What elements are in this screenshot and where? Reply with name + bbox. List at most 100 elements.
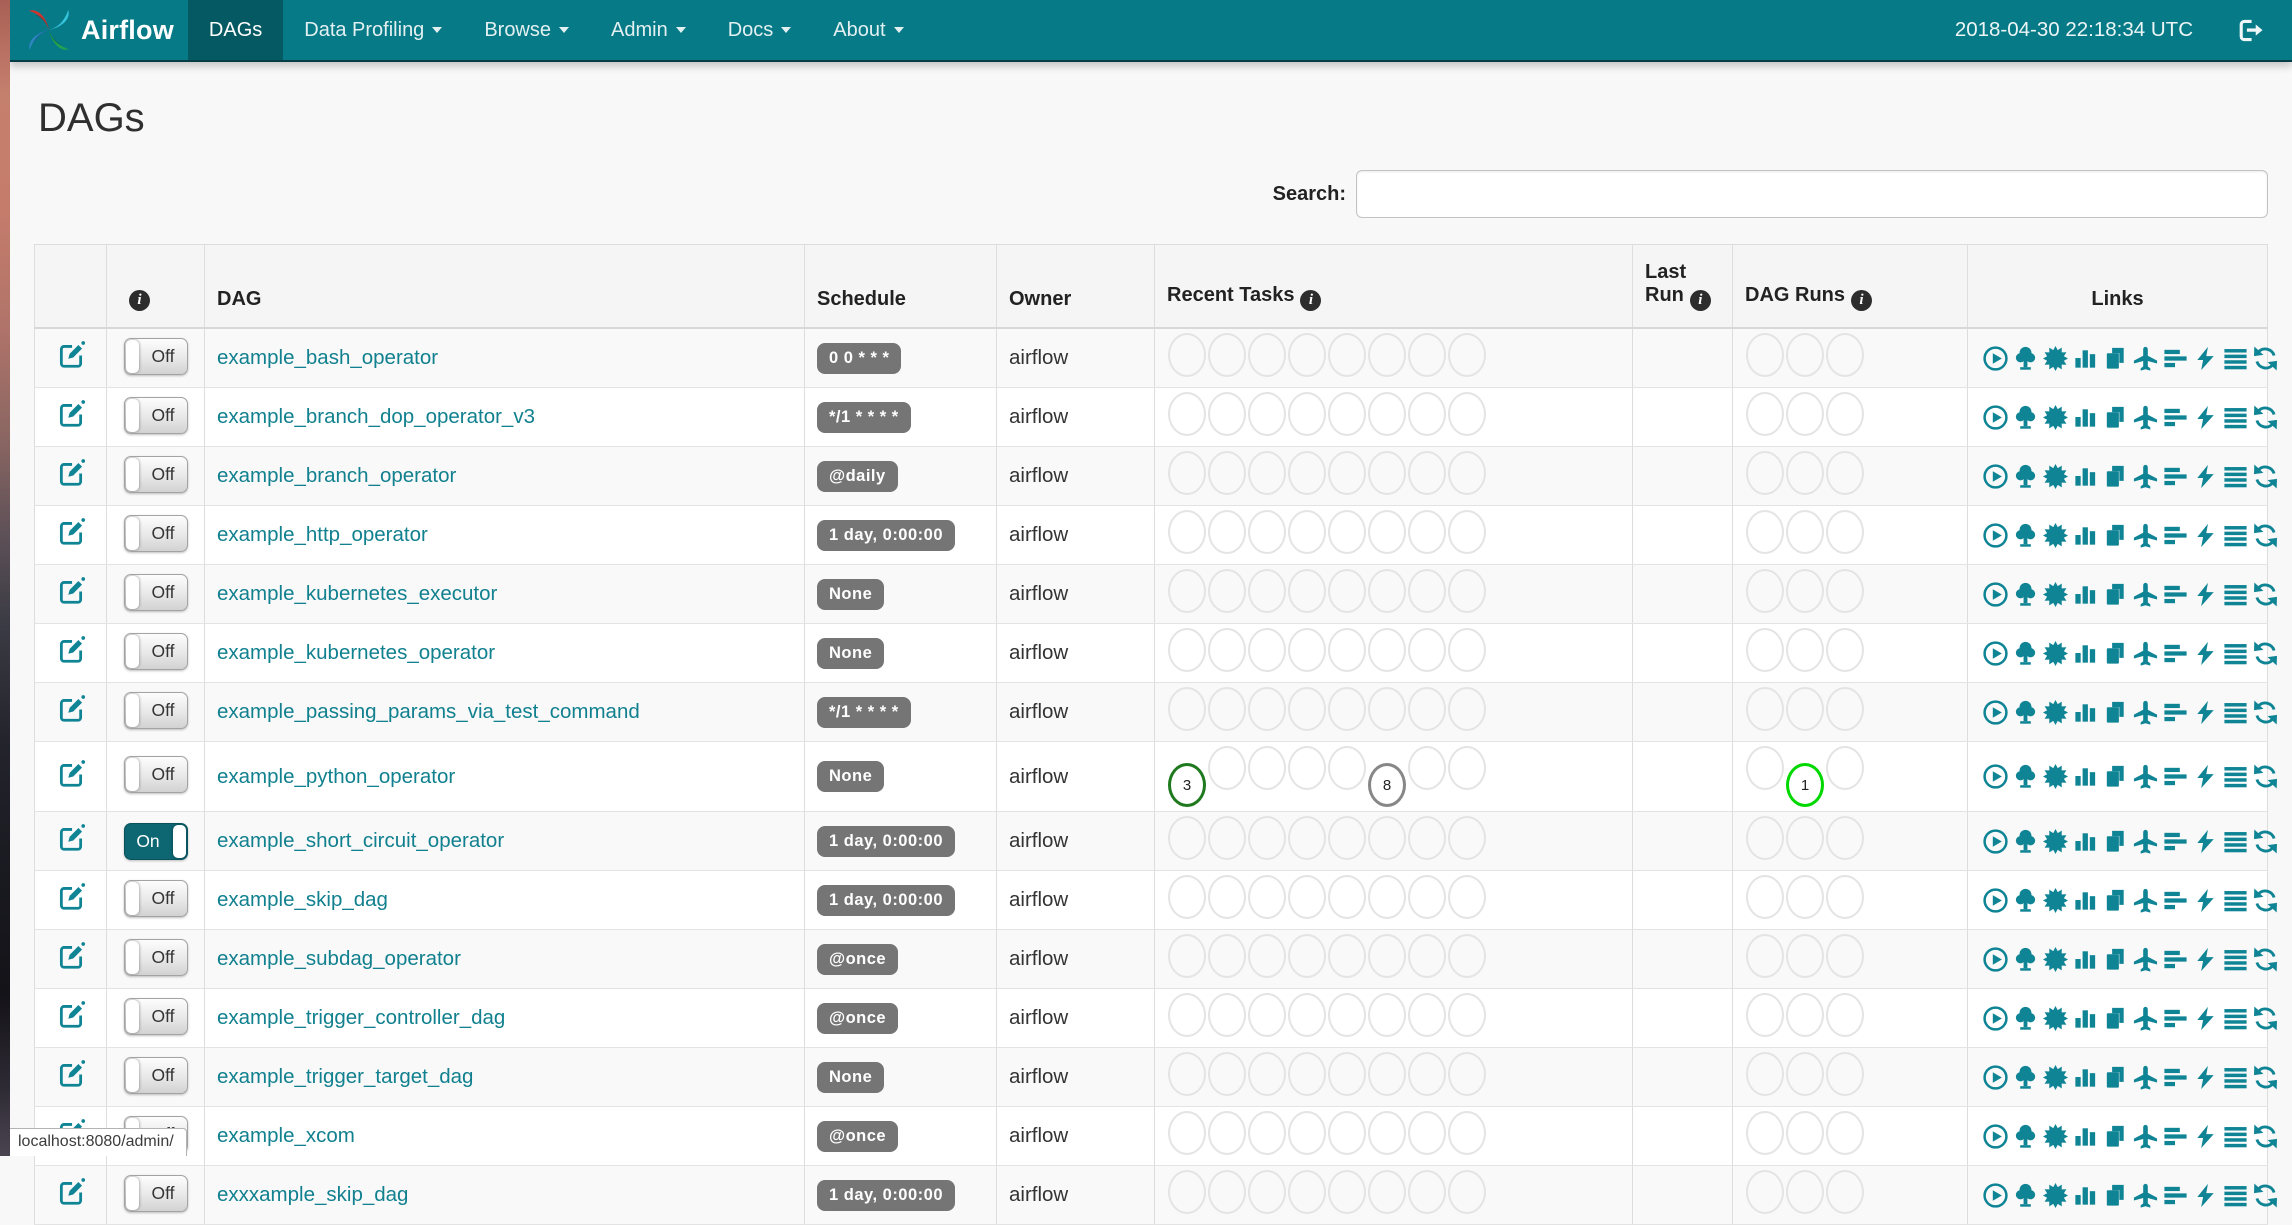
task-state-circle[interactable]: [1368, 392, 1406, 436]
refresh-icon[interactable]: [2252, 763, 2279, 790]
task-tries-icon[interactable]: [2102, 581, 2129, 608]
header-schedule[interactable]: Schedule: [804, 244, 997, 329]
trigger-dag-icon[interactable]: [1982, 463, 2009, 490]
task-state-circle[interactable]: [1168, 569, 1206, 613]
log-view-icon[interactable]: [2222, 828, 2249, 855]
refresh-icon[interactable]: [2252, 345, 2279, 372]
task-state-circle[interactable]: [1248, 510, 1286, 554]
task-state-circle[interactable]: [1328, 451, 1366, 495]
task-state-circle[interactable]: [1448, 746, 1486, 790]
dag-link[interactable]: example_trigger_target_dag: [217, 1065, 473, 1088]
task-state-circle[interactable]: [1248, 875, 1286, 919]
code-view-icon[interactable]: [2192, 1064, 2219, 1091]
task-state-circle[interactable]: [1448, 1052, 1486, 1096]
task-state-circle[interactable]: [1448, 451, 1486, 495]
nav-item-dags[interactable]: DAGs: [187, 0, 284, 60]
trigger-dag-icon[interactable]: [1982, 345, 2009, 372]
graph-view-icon[interactable]: [2042, 946, 2069, 973]
task-state-circle[interactable]: [1248, 628, 1286, 672]
task-state-circle[interactable]: [1168, 333, 1206, 377]
dag-link[interactable]: example_bash_operator: [217, 346, 438, 369]
gantt-view-icon[interactable]: [2162, 404, 2189, 431]
task-state-circle[interactable]: [1208, 934, 1246, 978]
edit-dag-icon[interactable]: [56, 882, 86, 912]
schedule-badge[interactable]: None: [817, 637, 885, 669]
airflow-brand[interactable]: Airflow: [10, 0, 188, 60]
edit-dag-icon[interactable]: [56, 340, 86, 370]
code-view-icon[interactable]: [2192, 1123, 2219, 1150]
task-state-circle[interactable]: [1328, 687, 1366, 731]
graph-view-icon[interactable]: [2042, 522, 2069, 549]
nav-item-docs[interactable]: Docs: [707, 0, 813, 60]
task-state-circle[interactable]: [1208, 451, 1246, 495]
schedule-badge[interactable]: 0 0 * * *: [817, 342, 902, 374]
gantt-view-icon[interactable]: [2162, 581, 2189, 608]
task-state-circle[interactable]: [1248, 687, 1286, 731]
trigger-dag-icon[interactable]: [1982, 1182, 2009, 1209]
dag-run-circle[interactable]: [1746, 392, 1784, 436]
dag-link[interactable]: example_kubernetes_operator: [217, 641, 495, 664]
dag-run-circle[interactable]: [1746, 451, 1784, 495]
edit-dag-icon[interactable]: [56, 399, 86, 429]
task-state-circle[interactable]: [1208, 687, 1246, 731]
dag-run-circle[interactable]: [1826, 1111, 1864, 1155]
dag-run-circle[interactable]: [1786, 451, 1824, 495]
gantt-view-icon[interactable]: [2162, 345, 2189, 372]
log-view-icon[interactable]: [2222, 581, 2249, 608]
gantt-view-icon[interactable]: [2162, 1123, 2189, 1150]
landing-times-icon[interactable]: [2132, 1182, 2159, 1209]
task-state-circle[interactable]: [1328, 628, 1366, 672]
log-view-icon[interactable]: [2222, 404, 2249, 431]
dag-link[interactable]: example_trigger_controller_dag: [217, 1006, 505, 1029]
landing-times-icon[interactable]: [2132, 345, 2159, 372]
dag-pause-toggle[interactable]: Off: [123, 632, 188, 670]
task-duration-icon[interactable]: [2072, 404, 2099, 431]
landing-times-icon[interactable]: [2132, 887, 2159, 914]
task-state-circle[interactable]: [1208, 1170, 1246, 1214]
graph-view-icon[interactable]: [2042, 463, 2069, 490]
task-state-circle[interactable]: [1368, 1052, 1406, 1096]
schedule-badge[interactable]: None: [817, 1061, 885, 1093]
task-state-circle[interactable]: [1328, 746, 1366, 790]
task-state-circle[interactable]: [1168, 451, 1206, 495]
task-state-circle[interactable]: [1288, 569, 1326, 613]
dag-run-circle[interactable]: [1786, 687, 1824, 731]
schedule-badge[interactable]: None: [817, 761, 885, 792]
task-tries-icon[interactable]: [2102, 404, 2129, 431]
edit-dag-icon[interactable]: [56, 1177, 86, 1207]
task-state-circle[interactable]: [1288, 333, 1326, 377]
dag-run-circle[interactable]: [1826, 510, 1864, 554]
edit-dag-icon[interactable]: [56, 823, 86, 853]
nav-item-about[interactable]: About: [812, 0, 924, 60]
refresh-icon[interactable]: [2252, 640, 2279, 667]
tree-view-icon[interactable]: [2012, 640, 2039, 667]
task-state-circle[interactable]: [1168, 1052, 1206, 1096]
dag-pause-toggle[interactable]: Off: [123, 691, 188, 729]
task-state-circle[interactable]: [1328, 875, 1366, 919]
refresh-icon[interactable]: [2252, 887, 2279, 914]
info-icon[interactable]: i: [1689, 290, 1711, 311]
task-state-circle[interactable]: [1208, 392, 1246, 436]
code-view-icon[interactable]: [2192, 699, 2219, 726]
task-state-circle[interactable]: [1208, 510, 1246, 554]
task-state-circle[interactable]: [1368, 934, 1406, 978]
task-duration-icon[interactable]: [2072, 640, 2099, 667]
task-state-circle[interactable]: [1168, 934, 1206, 978]
tree-view-icon[interactable]: [2012, 828, 2039, 855]
trigger-dag-icon[interactable]: [1982, 946, 2009, 973]
refresh-icon[interactable]: [2252, 1064, 2279, 1091]
task-state-circle[interactable]: [1368, 687, 1406, 731]
dag-run-circle[interactable]: [1786, 816, 1824, 860]
schedule-badge[interactable]: @once: [817, 1120, 899, 1152]
task-state-circle[interactable]: [1448, 687, 1486, 731]
task-state-circle[interactable]: [1408, 816, 1446, 860]
tree-view-icon[interactable]: [2012, 1123, 2039, 1150]
graph-view-icon[interactable]: [2042, 887, 2069, 914]
landing-times-icon[interactable]: [2132, 404, 2159, 431]
schedule-badge[interactable]: @once: [817, 943, 899, 975]
schedule-badge[interactable]: @once: [817, 1002, 899, 1034]
code-view-icon[interactable]: [2192, 1005, 2219, 1032]
task-state-circle[interactable]: [1448, 993, 1486, 1037]
task-state-circle[interactable]: [1288, 392, 1326, 436]
task-tries-icon[interactable]: [2102, 887, 2129, 914]
